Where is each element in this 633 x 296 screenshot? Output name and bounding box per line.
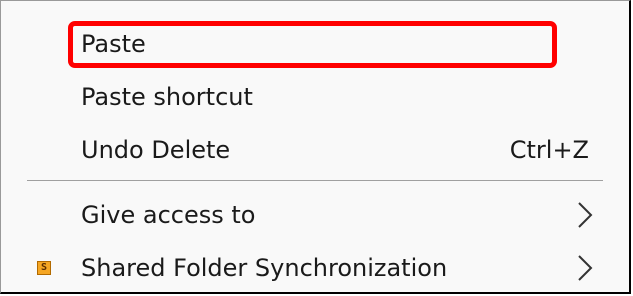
menu-item-undo-delete[interactable]: Undo Delete Ctrl+Z (1, 124, 629, 176)
menu-item-label: Paste shortcut (81, 83, 253, 111)
keyboard-shortcut: Ctrl+Z (509, 136, 589, 164)
chevron-right-icon (578, 202, 593, 228)
menu-item-give-access-to[interactable]: Give access to (1, 189, 629, 241)
menu-item-paste-shortcut[interactable]: Paste shortcut (1, 71, 629, 123)
menu-item-label: Undo Delete (81, 136, 231, 164)
context-menu: Paste Paste shortcut Undo Delete Ctrl+Z … (0, 0, 631, 294)
menu-separator (27, 180, 603, 181)
chevron-right-icon (578, 255, 593, 281)
menu-item-label: Paste (81, 30, 146, 58)
menu-item-label: Give access to (81, 201, 256, 229)
shared-folder-sync-icon: S (37, 261, 51, 275)
menu-item-shared-folder-synchronization[interactable]: S Shared Folder Synchronization (1, 242, 629, 294)
menu-item-paste[interactable]: Paste (1, 18, 629, 70)
menu-item-label: Shared Folder Synchronization (81, 254, 448, 282)
